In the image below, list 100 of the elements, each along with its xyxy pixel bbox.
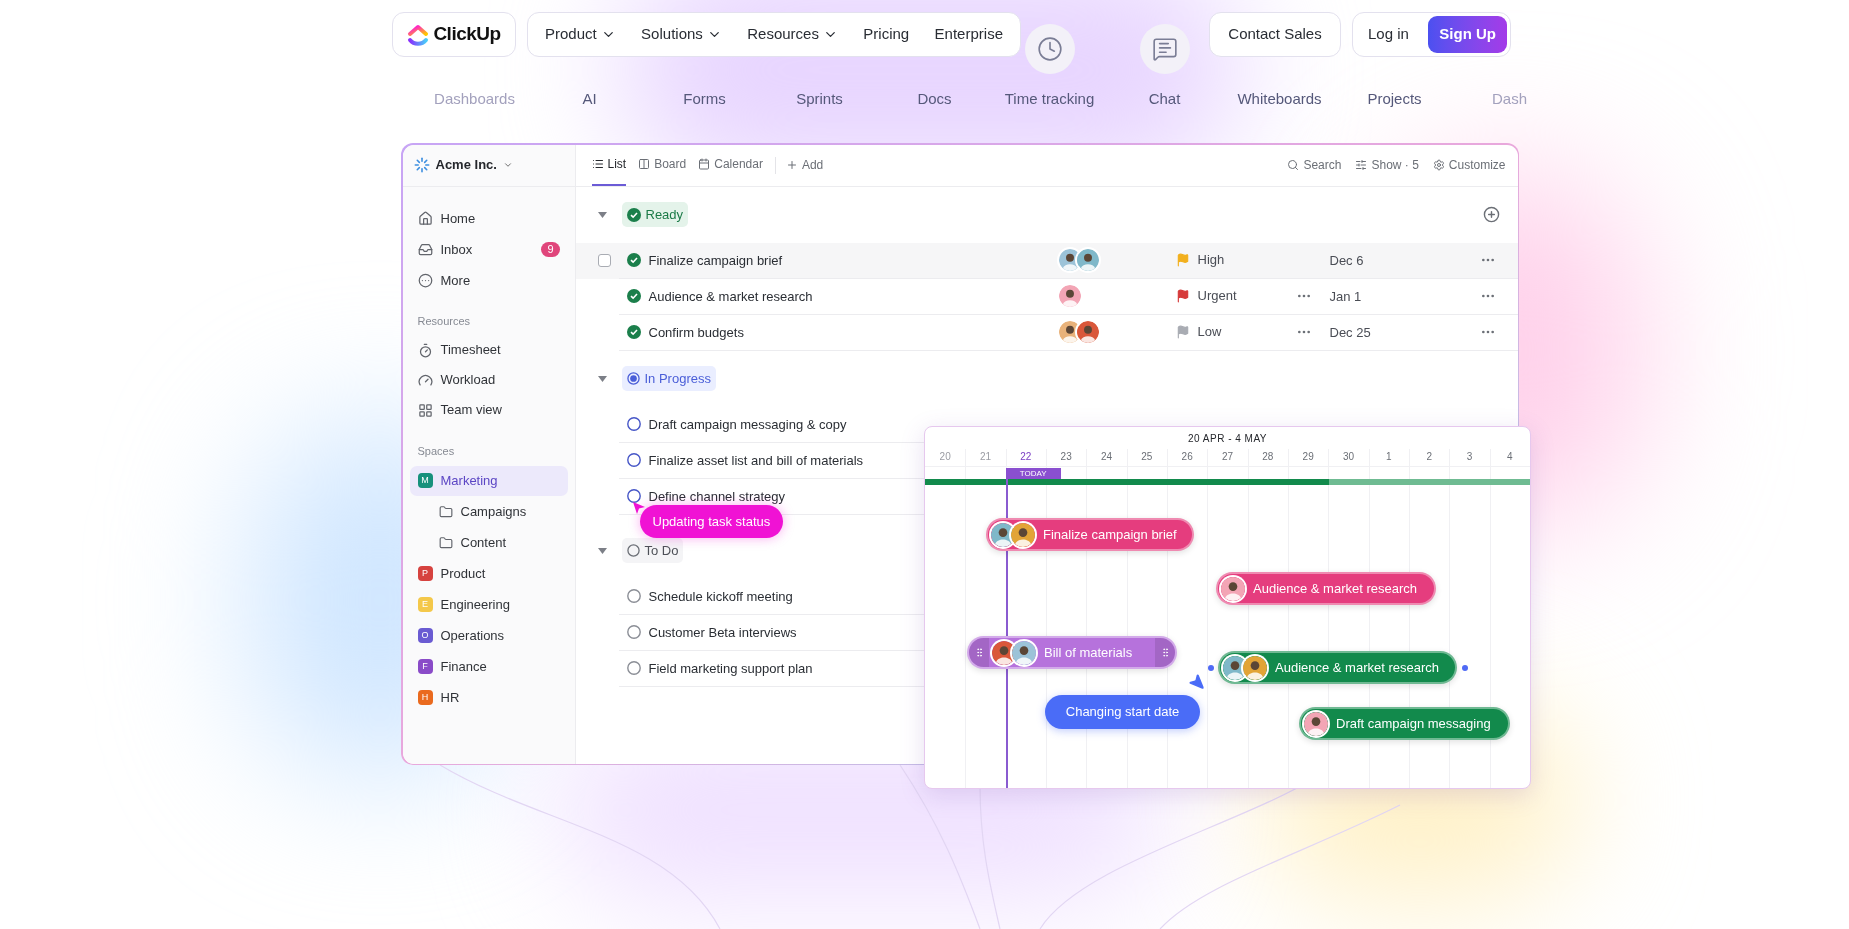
status-circle-icon[interactable] bbox=[626, 625, 641, 639]
toolbar-button[interactable]: Search bbox=[1287, 144, 1342, 186]
sidebar-item[interactable]: Team view bbox=[409, 395, 568, 425]
collapse-caret-icon[interactable] bbox=[597, 547, 607, 554]
priority-label[interactable]: High bbox=[1197, 250, 1225, 270]
toolbar-button[interactable]: Show · 5 bbox=[1355, 144, 1419, 186]
sidebar-item[interactable]: E Engineering bbox=[409, 589, 568, 620]
task-row[interactable]: Finalize campaign brief High Dec 6 bbox=[575, 242, 1518, 279]
bar-label: Audience & market research bbox=[1253, 579, 1419, 598]
sidebar-item[interactable]: Timesheet bbox=[409, 335, 568, 365]
task-name[interactable]: Customer Beta interviews bbox=[648, 625, 797, 640]
sidebar-item[interactable]: More bbox=[409, 265, 568, 296]
task-name[interactable]: Audience & market research bbox=[648, 289, 813, 304]
check-circle-icon[interactable] bbox=[626, 325, 641, 339]
gantt-bar[interactable]: Draft campaign messaging bbox=[1299, 707, 1510, 740]
feature-label[interactable]: Sprints bbox=[796, 88, 843, 111]
priority-label[interactable]: Urgent bbox=[1197, 286, 1237, 306]
sidebar-item[interactable]: F Finance bbox=[409, 651, 568, 682]
contact-sales-button[interactable]: Contact Sales bbox=[1209, 12, 1341, 57]
toolbar-button[interactable]: Customize bbox=[1432, 144, 1506, 186]
task-name[interactable]: Field marketing support plan bbox=[648, 661, 813, 676]
due-date[interactable]: Dec 6 bbox=[1329, 253, 1364, 268]
sidebar-icon bbox=[417, 273, 433, 288]
status-pill[interactable]: To Do bbox=[621, 537, 684, 564]
status-circle-icon[interactable] bbox=[626, 453, 641, 467]
task-name[interactable]: Schedule kickoff meeting bbox=[648, 589, 793, 604]
status-tooltip: Updating task status bbox=[639, 504, 784, 538]
sidebar-item[interactable]: Content bbox=[409, 527, 568, 558]
status-circle-icon bbox=[626, 372, 640, 385]
gantt-bar[interactable]: Audience & market research bbox=[1218, 651, 1457, 684]
sidebar-icon bbox=[417, 372, 433, 388]
status-circle-icon[interactable] bbox=[626, 661, 641, 675]
task-name[interactable]: Confirm budgets bbox=[648, 325, 744, 340]
feature-label[interactable]: Whiteboards bbox=[1237, 88, 1322, 111]
gantt-bar[interactable]: Audience & market research bbox=[1216, 572, 1436, 605]
logo-box[interactable]: ClickUp bbox=[392, 12, 516, 57]
row-checkbox[interactable] bbox=[598, 254, 611, 267]
priority-label[interactable]: Low bbox=[1197, 322, 1222, 342]
signup-button[interactable]: Sign Up bbox=[1428, 16, 1507, 53]
task-name[interactable]: Finalize asset list and bill of materials bbox=[648, 453, 864, 468]
nav-link[interactable]: Enterprise bbox=[934, 23, 1003, 46]
due-date[interactable]: Jan 1 bbox=[1329, 289, 1362, 304]
bar-label: Finalize campaign brief bbox=[1043, 525, 1178, 544]
caret-icon[interactable] bbox=[502, 160, 513, 170]
feature-label[interactable]: Forms bbox=[683, 88, 726, 111]
workspace-name[interactable]: Acme Inc. bbox=[435, 155, 497, 175]
status-circle-icon[interactable] bbox=[626, 489, 641, 503]
collapse-caret-icon[interactable] bbox=[597, 211, 607, 218]
sidebar-item[interactable]: H HR bbox=[409, 682, 568, 713]
feature-label[interactable]: Chat bbox=[1148, 88, 1181, 111]
sidebar-item[interactable]: Home bbox=[409, 203, 568, 234]
cursor-icon bbox=[1188, 673, 1206, 691]
space-avatar: H bbox=[417, 690, 433, 705]
sidebar-icon bbox=[417, 342, 433, 358]
status-circle-icon[interactable] bbox=[626, 417, 641, 431]
login-link[interactable]: Log in bbox=[1368, 23, 1409, 46]
status-pill[interactable]: Ready bbox=[621, 201, 689, 228]
view-tab[interactable]: List bbox=[591, 144, 627, 186]
view-tab[interactable]: Board bbox=[638, 144, 687, 186]
sidebar-item[interactable]: P Product bbox=[409, 558, 568, 589]
avatar bbox=[1243, 655, 1267, 680]
sidebar-item[interactable]: M Marketing bbox=[409, 465, 568, 496]
space-avatar: O bbox=[417, 628, 433, 643]
drag-handle[interactable] bbox=[1155, 638, 1175, 667]
drag-handle[interactable] bbox=[969, 638, 989, 667]
status-pill[interactable]: In Progress bbox=[621, 365, 716, 392]
add-icon[interactable] bbox=[1482, 206, 1500, 223]
logo-icon bbox=[407, 22, 430, 47]
nav-link[interactable]: Resources bbox=[747, 23, 838, 46]
avatar bbox=[991, 522, 1015, 547]
avatar bbox=[1221, 576, 1245, 601]
add-view-button[interactable]: Add bbox=[785, 144, 824, 186]
nav-link[interactable]: Product bbox=[545, 23, 616, 46]
sidebar-item[interactable]: O Operations bbox=[409, 620, 568, 651]
sidebar-item[interactable]: Workload bbox=[409, 365, 568, 395]
check-circle-icon[interactable] bbox=[626, 289, 641, 303]
bar-label: Audience & market research bbox=[1275, 658, 1441, 677]
feature-label[interactable]: AI bbox=[582, 88, 597, 111]
day-label: 27 bbox=[1221, 450, 1234, 464]
due-date[interactable]: Dec 25 bbox=[1329, 325, 1371, 340]
nav-link[interactable]: Solutions bbox=[641, 23, 722, 46]
sidebar-item[interactable]: Inbox 9 bbox=[409, 234, 568, 265]
sidebar-icon bbox=[417, 242, 433, 257]
check-circle-icon[interactable] bbox=[626, 207, 641, 222]
feature-label[interactable]: Docs bbox=[917, 88, 952, 111]
day-label: 4 bbox=[1507, 450, 1513, 464]
status-circle-icon[interactable] bbox=[626, 589, 641, 603]
feature-label[interactable]: Projects bbox=[1367, 88, 1422, 111]
folder-icon bbox=[438, 504, 453, 519]
collapse-caret-icon[interactable] bbox=[597, 375, 607, 382]
nav-link[interactable]: Pricing bbox=[863, 23, 910, 46]
sidebar-item[interactable]: Campaigns bbox=[409, 496, 568, 527]
task-name[interactable]: Finalize campaign brief bbox=[648, 253, 783, 268]
check-circle-icon[interactable] bbox=[626, 253, 641, 267]
view-tab[interactable]: Calendar bbox=[698, 144, 763, 186]
task-name[interactable]: Draft campaign messaging & copy bbox=[648, 417, 847, 432]
gantt-bar[interactable]: Finalize campaign brief bbox=[986, 518, 1194, 551]
workspace-logo-icon bbox=[413, 157, 430, 173]
feature-label[interactable]: Time tracking bbox=[1004, 88, 1095, 111]
task-name[interactable]: Define channel strategy bbox=[648, 489, 786, 504]
